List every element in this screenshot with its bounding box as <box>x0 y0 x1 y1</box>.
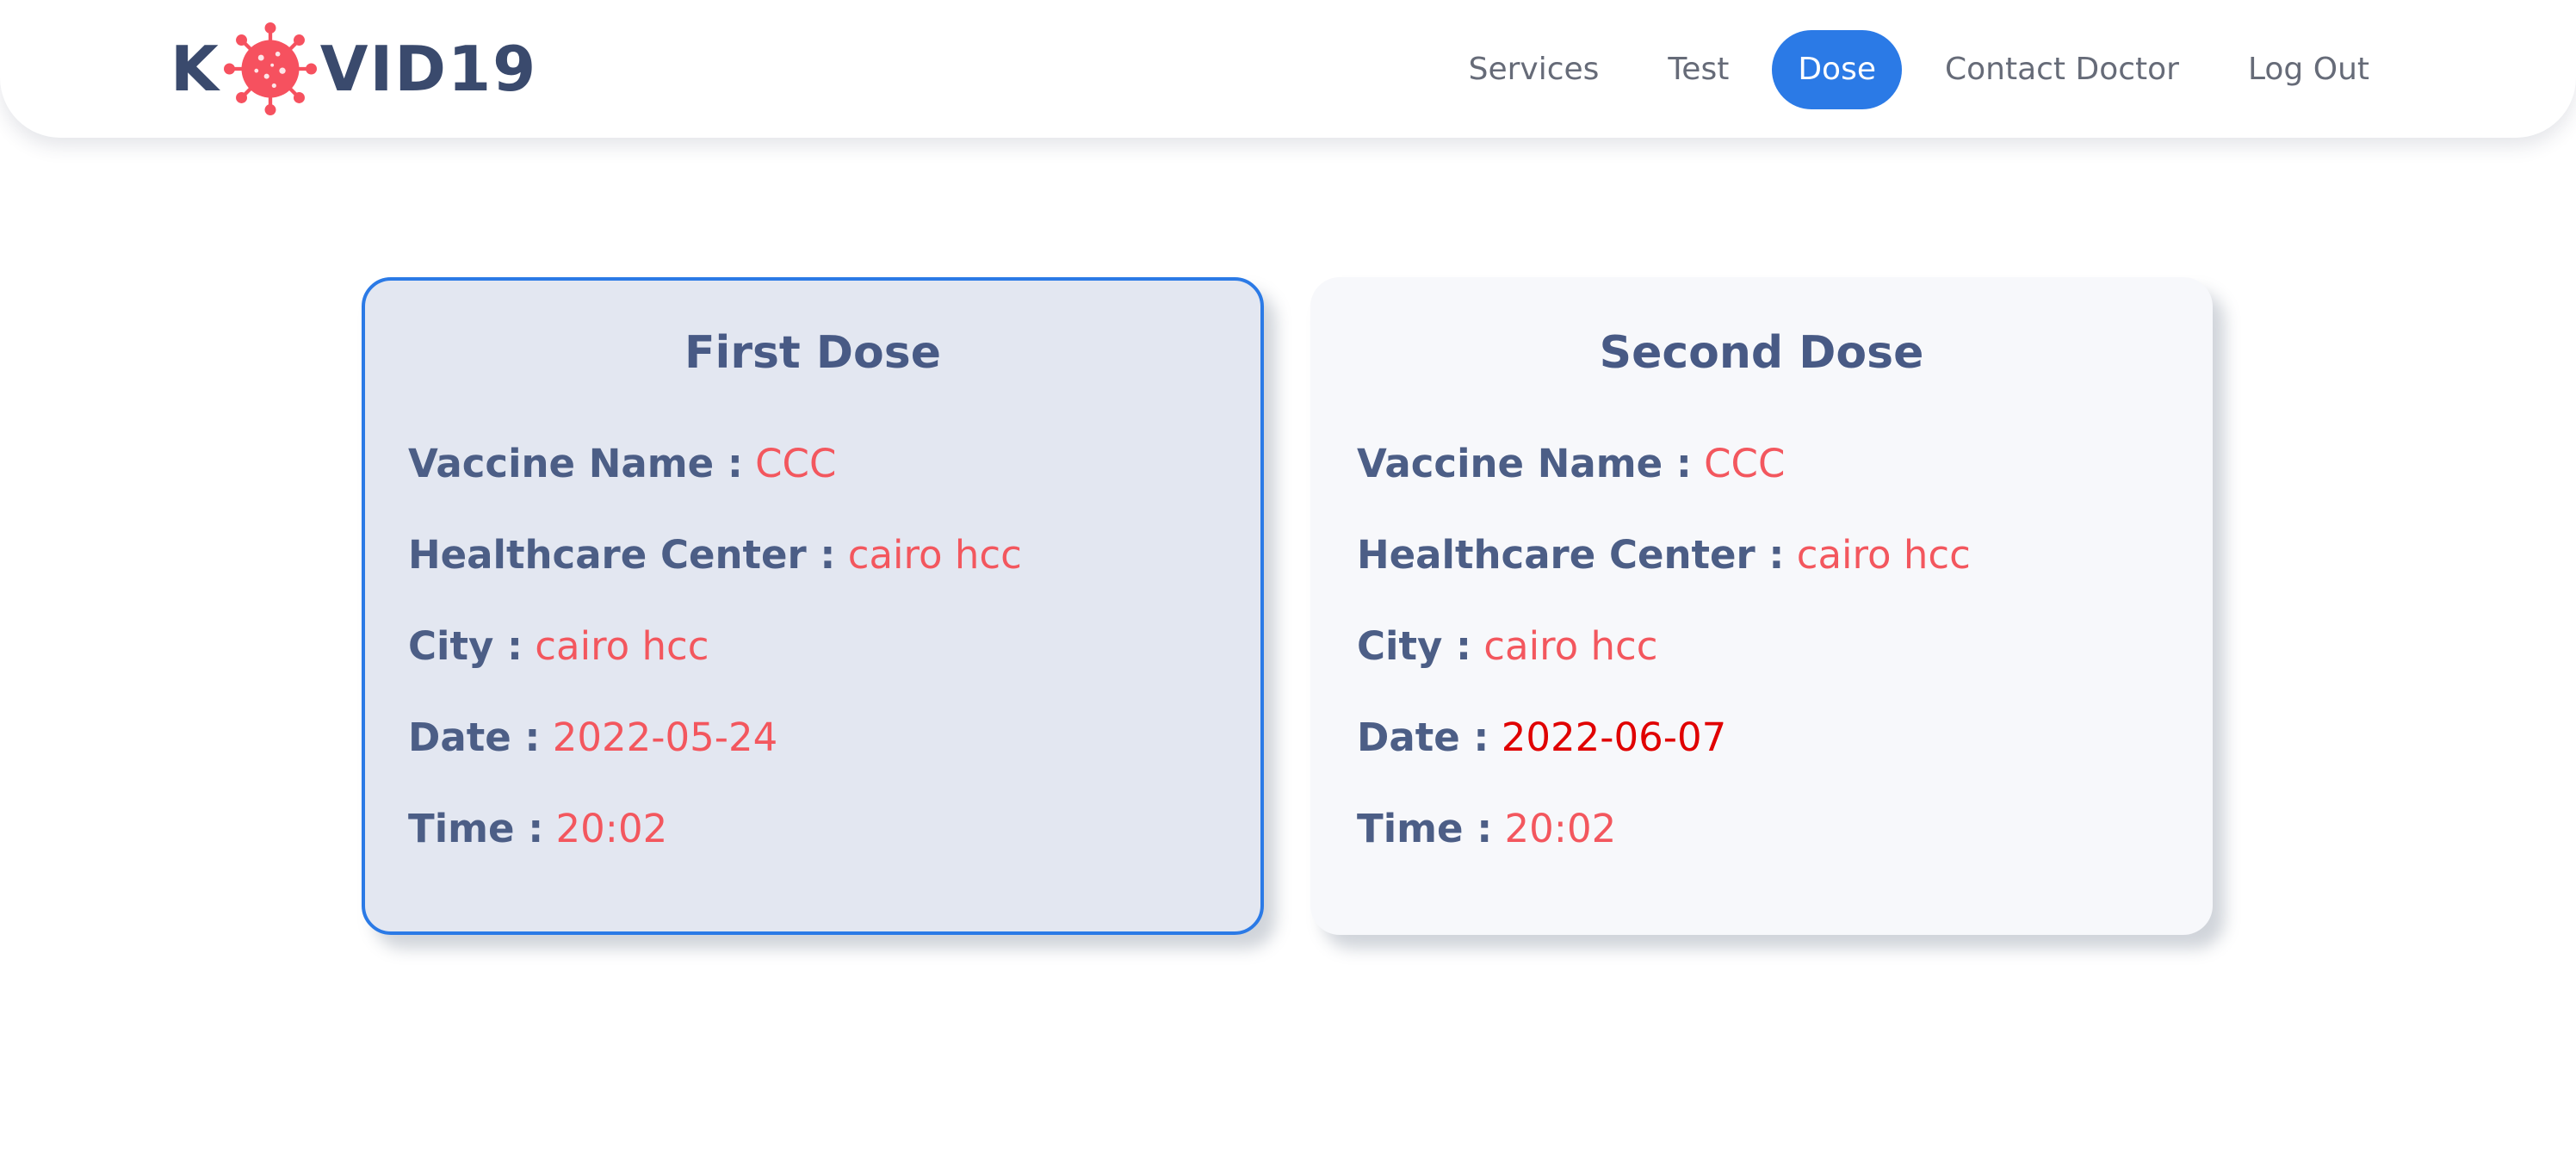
city-field: City : cairo hcc <box>408 623 709 669</box>
second-dose-card[interactable]: Second Dose Vaccine Name : CCC Healthcar… <box>1310 277 2213 935</box>
time-field: Time : 20:02 <box>1357 806 1616 851</box>
field-label: Vaccine Name : <box>408 441 743 486</box>
app-logo[interactable]: K VID19 <box>170 21 537 117</box>
field-value: CCC <box>1704 441 1786 486</box>
nav-item-log-out[interactable]: Log Out <box>2222 30 2395 109</box>
field-label: Date : <box>408 715 541 760</box>
field-label: Time : <box>408 806 544 851</box>
coronavirus-icon <box>223 22 317 115</box>
field-value: 2022-05-24 <box>552 715 778 760</box>
date-field: Date : 2022-06-07 <box>1357 715 1726 760</box>
card-title: First Dose <box>684 327 941 379</box>
field-label: Vaccine Name : <box>1357 441 1692 486</box>
field-value: 20:02 <box>1504 806 1617 851</box>
nav-item-contact-doctor[interactable]: Contact Doctor <box>1919 30 2205 109</box>
nav-item-services[interactable]: Services <box>1443 30 1625 109</box>
vaccine-name-field: Vaccine Name : CCC <box>408 441 836 486</box>
field-value: cairo hcc <box>1483 623 1658 669</box>
field-value: 20:02 <box>555 806 668 851</box>
field-label: Healthcare Center : <box>1357 532 1785 578</box>
logo-suffix: VID19 <box>319 33 538 105</box>
first-dose-card[interactable]: First Dose Vaccine Name : CCC Healthcare… <box>362 277 1264 935</box>
field-value: 2022-06-07 <box>1501 715 1727 760</box>
field-label: Date : <box>1357 715 1489 760</box>
main-nav: Services Test Dose Contact Doctor Log Ou… <box>1426 30 2395 109</box>
time-field: Time : 20:02 <box>408 806 667 851</box>
healthcare-center-field: Healthcare Center : cairo hcc <box>408 532 1022 578</box>
city-field: City : cairo hcc <box>1357 623 1657 669</box>
card-title: Second Dose <box>1599 327 1924 379</box>
logo-prefix: K <box>170 33 220 105</box>
field-label: Time : <box>1357 806 1493 851</box>
field-value: cairo hcc <box>847 532 1022 578</box>
top-navbar: K VID19 Services Test Dose Contact Docto… <box>0 0 2576 138</box>
healthcare-center-field: Healthcare Center : cairo hcc <box>1357 532 1971 578</box>
field-value: cairo hcc <box>535 623 709 669</box>
nav-item-dose[interactable]: Dose <box>1772 30 1902 109</box>
field-value: CCC <box>755 441 837 486</box>
field-label: City : <box>1357 623 1471 669</box>
vaccine-name-field: Vaccine Name : CCC <box>1357 441 1785 486</box>
field-label: City : <box>408 623 523 669</box>
date-field: Date : 2022-05-24 <box>408 715 777 760</box>
field-value: cairo hcc <box>1796 532 1971 578</box>
nav-item-test[interactable]: Test <box>1642 30 1755 109</box>
field-label: Healthcare Center : <box>408 532 836 578</box>
